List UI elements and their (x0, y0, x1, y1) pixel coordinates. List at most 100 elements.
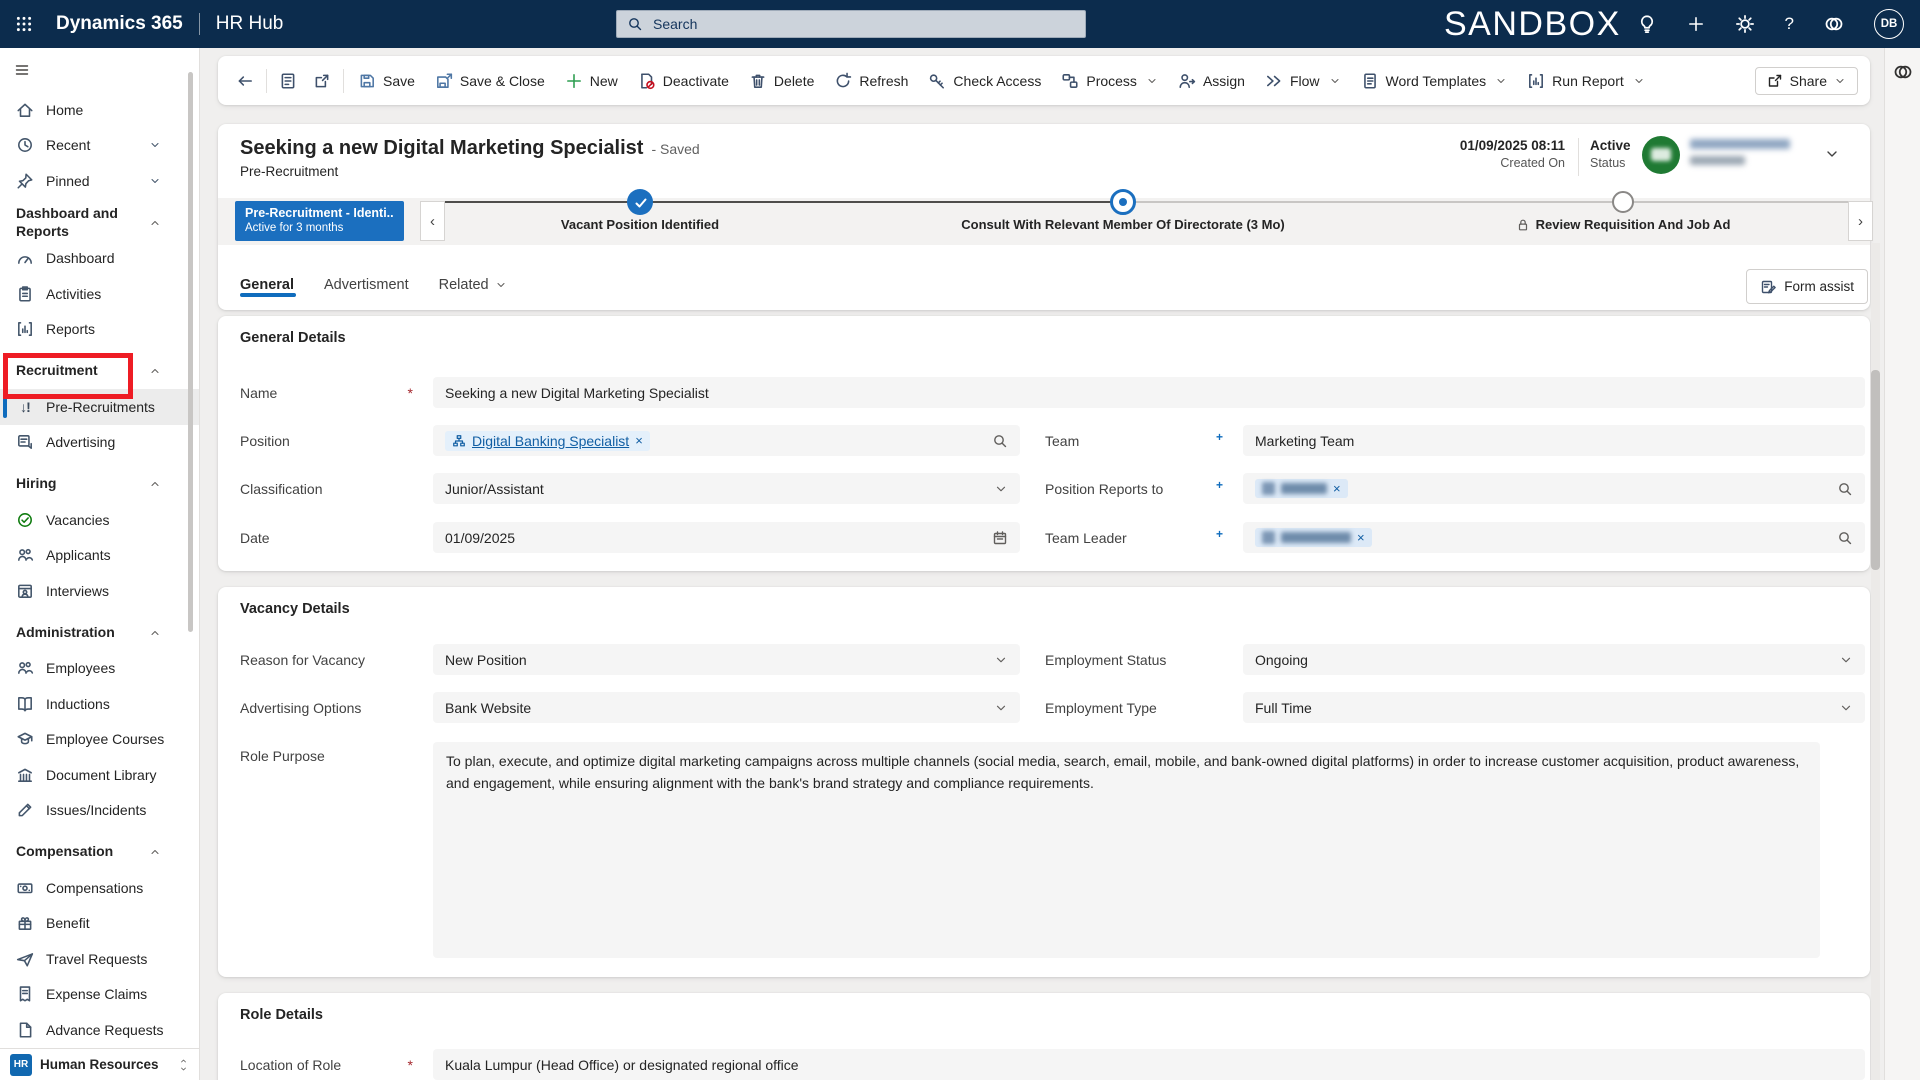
tab-related[interactable]: Related (439, 260, 507, 310)
sidebar-item-document-library[interactable]: Document Library (0, 757, 199, 793)
position-field[interactable]: Digital Banking Specialist × (433, 425, 1020, 456)
assign-button[interactable]: Assign (1168, 66, 1255, 96)
form-assist-button[interactable]: Form assist (1746, 269, 1868, 304)
app-title[interactable]: Dynamics 365 (56, 13, 183, 35)
sidebar-item-reports[interactable]: Reports (0, 312, 199, 348)
header-collapse-button[interactable] (1824, 146, 1840, 167)
active-stage-chip[interactable]: Pre-Recruitment - Identi... Active for 3… (235, 201, 404, 241)
sidebar-item-compensations[interactable]: Compensations (0, 870, 199, 906)
sidebar-item-employees[interactable]: Employees (0, 651, 199, 687)
remove-icon[interactable]: × (635, 433, 643, 448)
tab-advertisment[interactable]: Advertisment (324, 260, 409, 310)
classification-dropdown[interactable]: Junior/Assistant (433, 473, 1020, 504)
sidebar-item-pre-recruitments[interactable]: ↓! Pre-Recruitments (0, 389, 199, 425)
sidebar-item-recent[interactable]: Recent (0, 128, 199, 164)
app-area-title[interactable]: HR Hub (216, 13, 284, 35)
redacted-lookup-chip[interactable]: × (1255, 479, 1348, 498)
employment-status-dropdown[interactable]: Ongoing (1243, 644, 1865, 675)
sitemap-collapse-button[interactable] (0, 48, 199, 92)
chevron-down-icon[interactable] (994, 701, 1008, 715)
flow-button[interactable]: Flow (1255, 66, 1351, 96)
calendar-icon[interactable] (992, 530, 1008, 546)
sidebar-group-compensation[interactable]: Compensation (0, 834, 199, 870)
refresh-button[interactable]: Refresh (824, 66, 918, 96)
sidebar-item-activities[interactable]: Activities (0, 276, 199, 312)
sidebar-item-advertising[interactable]: Advertising (0, 425, 199, 461)
main-scrollbar-thumb[interactable] (1871, 370, 1880, 570)
settings-gear-icon[interactable] (1735, 14, 1755, 34)
app-launcher-button[interactable] (4, 0, 44, 48)
stage-completed-circle[interactable] (627, 189, 653, 215)
save-and-close-button[interactable]: Save & Close (425, 66, 555, 96)
date-field[interactable]: 01/09/2025 (433, 522, 1020, 553)
stage-vacant-position-identified[interactable]: Vacant Position Identified (490, 217, 790, 232)
share-button[interactable]: Share (1754, 66, 1858, 95)
sidebar-item-advance-requests[interactable]: Advance Requests (0, 1012, 199, 1048)
check-access-button[interactable]: Check Access (918, 66, 1051, 96)
position-link[interactable]: Digital Banking Specialist (472, 433, 629, 449)
location-of-role-field[interactable]: Kuala Lumpur (Head Office) or designated… (433, 1049, 1865, 1080)
position-lookup-chip[interactable]: Digital Banking Specialist × (445, 430, 650, 451)
sidebar-item-employee-courses[interactable]: Employee Courses (0, 722, 199, 758)
sidebar-group-dashboard-and-reports[interactable]: Dashboard and Reports (0, 205, 199, 241)
chevron-down-icon[interactable] (1839, 701, 1853, 715)
sidebar-item-benefit[interactable]: Benefit (0, 906, 199, 942)
position-reports-to-field[interactable]: × (1243, 473, 1865, 504)
sidebar-item-issues-incidents[interactable]: Issues/Incidents (0, 793, 199, 829)
sidebar-item-pinned[interactable]: Pinned (0, 163, 199, 199)
stage-locked-circle[interactable] (1612, 191, 1634, 213)
owner-avatar[interactable] (1642, 136, 1680, 174)
redacted-lookup-chip[interactable]: × (1255, 528, 1372, 547)
reason-for-vacancy-dropdown[interactable]: New Position (433, 644, 1020, 675)
chevron-down-icon[interactable] (149, 175, 161, 187)
chevron-down-icon[interactable] (994, 653, 1008, 667)
save-button[interactable]: Save (348, 66, 425, 96)
bpf-next-stage-button[interactable]: › (1848, 201, 1873, 241)
add-icon[interactable] (1687, 15, 1705, 33)
help-icon[interactable]: ? (1785, 14, 1794, 34)
process-button[interactable]: Process (1051, 66, 1168, 96)
advertising-options-dropdown[interactable]: Bank Website (433, 692, 1020, 723)
role-purpose-textarea[interactable]: To plan, execute, and optimize digital m… (433, 742, 1820, 958)
lookup-search-icon[interactable] (1837, 530, 1853, 546)
remove-icon[interactable]: × (1357, 530, 1365, 545)
back-button[interactable] (228, 66, 262, 96)
delete-button[interactable]: Delete (739, 66, 824, 96)
chevron-down-icon[interactable] (149, 139, 161, 151)
stage-consult-directorate[interactable]: Consult With Relevant Member Of Director… (863, 217, 1383, 232)
sidebar-item-home[interactable]: Home (0, 92, 199, 128)
team-leader-field[interactable]: × (1243, 522, 1865, 553)
sidebar-item-applicants[interactable]: Applicants (0, 538, 199, 574)
name-field[interactable]: Seeking a new Digital Marketing Speciali… (433, 377, 1865, 408)
run-report-button[interactable]: Run Report (1517, 66, 1655, 96)
stage-current-circle[interactable] (1110, 189, 1136, 215)
area-switcher[interactable]: HR Human Resources (0, 1048, 199, 1080)
remove-icon[interactable]: × (1333, 481, 1341, 496)
lookup-search-icon[interactable] (992, 433, 1008, 449)
tab-general[interactable]: General (240, 260, 296, 310)
sidebar-group-hiring[interactable]: Hiring (0, 466, 199, 502)
copilot-icon[interactable] (1893, 62, 1913, 82)
sidebar-item-interviews[interactable]: Interviews (0, 573, 199, 609)
team-field[interactable]: Marketing Team (1243, 425, 1865, 456)
sidebar-item-inductions[interactable]: Inductions (0, 686, 199, 722)
sidebar-item-travel-requests[interactable]: Travel Requests (0, 941, 199, 977)
form-selector-button[interactable] (271, 66, 305, 96)
word-templates-button[interactable]: Word Templates (1351, 66, 1518, 96)
stage-review-requisition[interactable]: Review Requisition And Job Ad (1463, 217, 1783, 232)
feedback-icon[interactable] (1824, 14, 1844, 34)
open-in-new-window-button[interactable] (305, 66, 339, 96)
main-scrollbar-track[interactable] (1871, 243, 1880, 1080)
global-search-box[interactable] (616, 10, 1086, 38)
sidebar-group-administration[interactable]: Administration (0, 615, 199, 651)
owner-name-redacted[interactable] (1690, 139, 1790, 165)
sidebar-item-dashboard[interactable]: Dashboard (0, 241, 199, 277)
deactivate-button[interactable]: Deactivate (628, 66, 739, 96)
sidebar-scrollbar[interactable] (188, 72, 193, 632)
chevron-down-icon[interactable] (994, 482, 1008, 496)
sidebar-group-recruitment[interactable]: Recruitment (0, 353, 199, 389)
search-input[interactable] (651, 15, 1075, 33)
user-avatar[interactable]: DB (1874, 9, 1904, 39)
chevron-down-icon[interactable] (1839, 653, 1853, 667)
employment-type-dropdown[interactable]: Full Time (1243, 692, 1865, 723)
